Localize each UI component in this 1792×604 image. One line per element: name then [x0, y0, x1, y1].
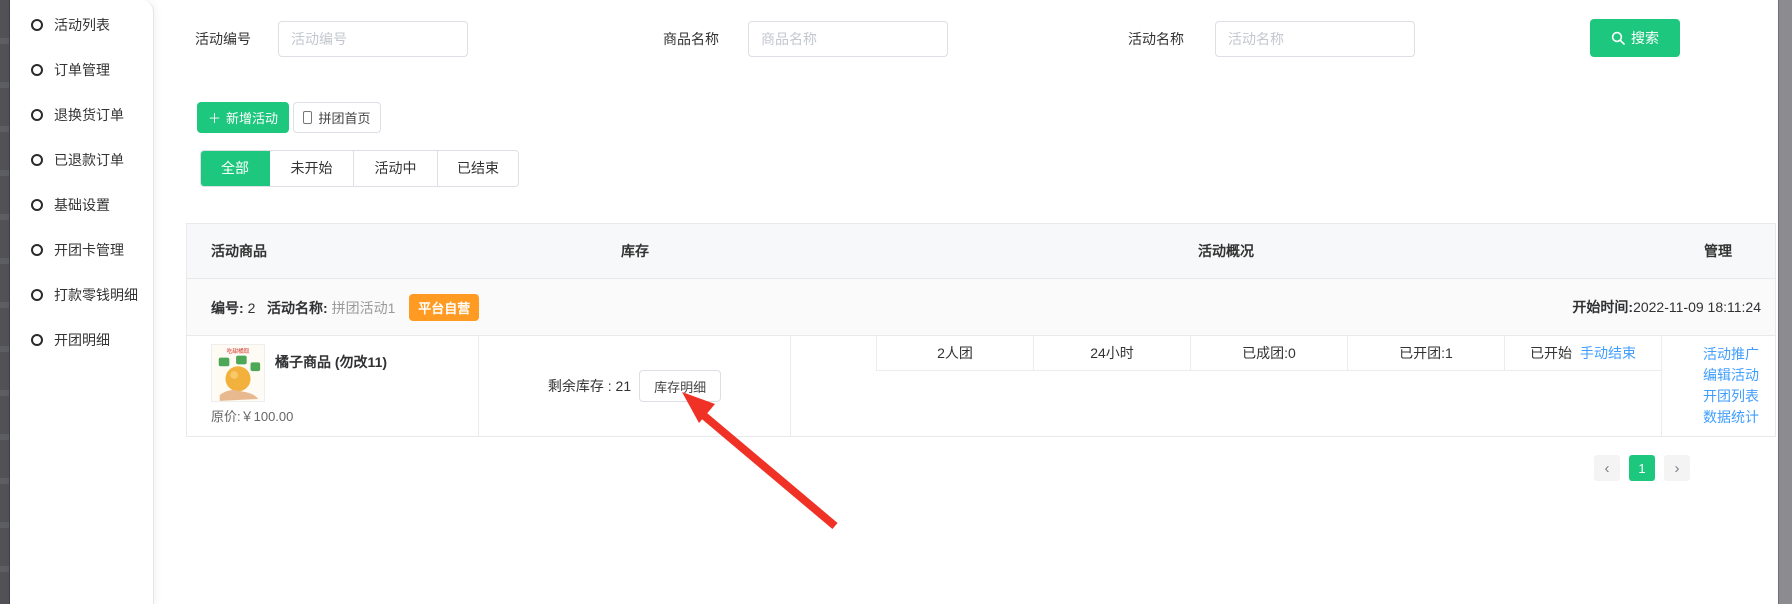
vertical-scrollbar[interactable] [1778, 0, 1792, 604]
circle-icon [31, 109, 43, 121]
activity-group-row: 编号: 2 活动名称: 拼团活动1 平台自营 开始时间:2022-11-09 1… [187, 279, 1775, 336]
tab-ended[interactable]: 已结束 [438, 151, 518, 186]
overview-group-size: 2人团 [876, 336, 1033, 371]
circle-icon [31, 199, 43, 211]
sidebar-item-group-detail[interactable]: 开团明细 [10, 317, 153, 362]
circle-icon [31, 334, 43, 346]
group-list-link[interactable]: 开团列表 [1662, 386, 1759, 406]
product-price: 原价:￥100.00 [211, 406, 293, 425]
overview-duration: 24小时 [1033, 336, 1190, 371]
sidebar: 活动列表 订单管理 退换货订单 已退款订单 基础设置 开团卡管理 打款零钱明细 [10, 0, 154, 604]
start-time-value: 2022-11-09 18:11:24 [1633, 299, 1761, 315]
header-stock: 库存 [479, 224, 791, 279]
remaining-stock: 剩余库存 : 21 [548, 376, 631, 396]
product-name-label: 商品名称 [663, 20, 719, 58]
activity-table: 活动商品 库存 活动概况 管理 编号: 2 活动名称: 拼团活动1 平台自营 开… [186, 223, 1776, 437]
sidebar-item-basic-settings[interactable]: 基础设置 [10, 182, 153, 227]
header-manage: 管理 [1661, 224, 1775, 279]
sidebar-item-label: 开团卡管理 [54, 240, 124, 260]
product-title: 橘子商品 (勿改11) [275, 352, 387, 372]
stock-cell: 剩余库存 : 21 库存明细 [479, 336, 791, 436]
activity-group-info: 编号: 2 活动名称: 拼团活动1 平台自营 [211, 294, 479, 321]
activity-no-label: 活动编号 [195, 20, 251, 58]
search-icon [1611, 31, 1625, 45]
circle-icon [31, 289, 43, 301]
circle-icon [31, 64, 43, 76]
header-overview: 活动概况 [791, 224, 1661, 279]
status-tabs: 全部 未开始 活动中 已结束 [200, 150, 519, 187]
sidebar-item-refunded-orders[interactable]: 已退款订单 [10, 137, 153, 182]
platform-badge: 平台自营 [409, 294, 479, 321]
search-button-label: 搜索 [1631, 28, 1659, 48]
window-edge-strip [0, 0, 10, 604]
tab-in-progress[interactable]: 活动中 [354, 151, 438, 186]
manual-end-link[interactable]: 手动结束 [1580, 343, 1636, 363]
edit-activity-link[interactable]: 编辑活动 [1662, 365, 1759, 385]
circle-icon [31, 19, 43, 31]
overview-completed: 已成团:0 [1190, 336, 1347, 371]
status-text: 已开始 [1530, 343, 1572, 363]
sidebar-item-payment-detail[interactable]: 打款零钱明细 [10, 272, 153, 317]
activity-no-key: 编号: [211, 300, 244, 316]
group-home-label: 拼团首页 [318, 108, 370, 127]
tab-all[interactable]: 全部 [200, 150, 270, 187]
product-image: 吃甜橘取 [211, 344, 265, 402]
sidebar-item-label: 开团明细 [54, 330, 110, 350]
activity-name-key: 活动名称: [267, 300, 328, 316]
circle-icon [31, 244, 43, 256]
sidebar-item-order-management[interactable]: 订单管理 [10, 47, 153, 92]
activity-no-value: 2 [248, 300, 256, 316]
next-page-button[interactable]: › [1664, 455, 1690, 481]
svg-text:吃甜橘取: 吃甜橘取 [226, 347, 249, 355]
table-header: 活动商品 库存 活动概况 管理 [187, 224, 1775, 279]
start-time: 开始时间:2022-11-09 18:11:24 [1572, 297, 1761, 317]
add-activity-button[interactable]: ＋ 新增活动 [197, 102, 289, 133]
manage-cell: 活动推广 编辑活动 开团列表 数据统计 [1661, 336, 1777, 436]
page-icon [303, 111, 312, 124]
table-row: 吃甜橘取 橘子商品 (勿改11) 原价:￥100.00 剩余库存 : 21 库存… [187, 336, 1775, 436]
page-1-button[interactable]: 1 [1629, 455, 1655, 481]
sidebar-item-label: 打款零钱明细 [54, 285, 138, 305]
search-button[interactable]: 搜索 [1590, 19, 1680, 57]
overview-opened: 已开团:1 [1347, 336, 1504, 371]
sidebar-item-group-card[interactable]: 开团卡管理 [10, 227, 153, 272]
activity-name-value: 拼团活动1 [332, 300, 396, 316]
page: 活动列表 订单管理 退换货订单 已退款订单 基础设置 开团卡管理 打款零钱明细 [0, 0, 1792, 604]
sidebar-item-label: 订单管理 [54, 60, 110, 80]
activity-no-input[interactable] [278, 21, 468, 57]
tab-not-started[interactable]: 未开始 [270, 151, 354, 186]
circle-icon [31, 154, 43, 166]
group-home-button[interactable]: 拼团首页 [293, 102, 381, 133]
data-statistics-link[interactable]: 数据统计 [1662, 407, 1759, 427]
overview-subrow: 2人团 24小时 已成团:0 已开团:1 已开始 手动结束 [876, 336, 1661, 371]
activity-name-input[interactable] [1215, 21, 1415, 57]
sidebar-item-activity-list[interactable]: 活动列表 [10, 2, 153, 47]
promote-link[interactable]: 活动推广 [1662, 344, 1759, 364]
stock-detail-button[interactable]: 库存明细 [639, 370, 721, 402]
product-name-input[interactable] [748, 21, 948, 57]
plus-icon: ＋ [208, 108, 221, 127]
sidebar-item-label: 基础设置 [54, 195, 110, 215]
sidebar-item-label: 活动列表 [54, 15, 110, 35]
sidebar-item-label: 已退款订单 [54, 150, 124, 170]
overview-status: 已开始 手动结束 [1504, 336, 1661, 371]
activity-name-label: 活动名称 [1128, 20, 1184, 58]
pagination: ‹ 1 › [1594, 455, 1690, 481]
sidebar-item-return-orders[interactable]: 退换货订单 [10, 92, 153, 137]
prev-page-button[interactable]: ‹ [1594, 455, 1620, 481]
add-activity-label: 新增活动 [226, 108, 278, 127]
header-product: 活动商品 [211, 224, 267, 279]
product-cell: 吃甜橘取 橘子商品 (勿改11) 原价:￥100.00 [187, 336, 479, 436]
start-time-key: 开始时间: [1572, 299, 1633, 315]
sidebar-item-label: 退换货订单 [54, 105, 124, 125]
